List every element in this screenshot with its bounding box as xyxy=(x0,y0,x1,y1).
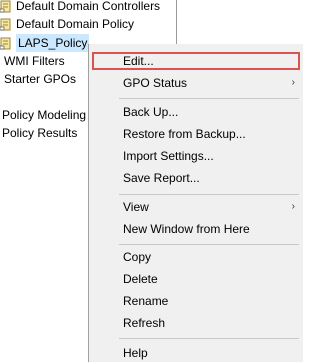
menu-item-label: Restore from Backup... xyxy=(123,127,246,141)
menu-separator xyxy=(119,194,299,195)
tree-item-wmi-filters[interactable]: WMI Filters xyxy=(4,52,65,70)
tree-item-label: LAPS_Policy xyxy=(16,34,90,52)
gpo-link-icon xyxy=(0,0,11,12)
tree-item-label: Starter GPOs xyxy=(4,72,77,86)
gpo-link-icon xyxy=(0,18,11,30)
menu-separator xyxy=(119,244,299,245)
menu-item-label: Rename xyxy=(123,294,169,308)
menu-item-label: Refresh xyxy=(123,316,166,330)
menu-item-restore-from-backup[interactable]: Restore from Backup... xyxy=(89,123,303,145)
menu-item-save-report[interactable]: Save Report... xyxy=(89,167,303,189)
menu-item-label: Help xyxy=(123,346,148,360)
context-menu: Edit... GPO Status › Back Up... Restore … xyxy=(88,44,303,362)
menu-item-label: Copy xyxy=(123,250,152,264)
tree-item-label: Default Domain Controllers xyxy=(16,0,161,13)
tree-item-policy-results[interactable]: Policy Results xyxy=(2,124,77,142)
menu-separator xyxy=(119,338,299,339)
menu-item-label: GPO Status xyxy=(123,76,188,90)
menu-item-label: Edit... xyxy=(123,54,154,68)
menu-separator xyxy=(119,98,299,99)
menu-item-edit[interactable]: Edit... xyxy=(89,50,303,72)
menu-item-new-window-from-here[interactable]: New Window from Here xyxy=(89,218,303,240)
menu-item-label: Import Settings... xyxy=(123,149,214,163)
menu-item-label: New Window from Here xyxy=(123,222,250,236)
menu-item-rename[interactable]: Rename xyxy=(89,290,303,312)
gpo-link-icon xyxy=(0,37,11,49)
menu-item-back-up[interactable]: Back Up... xyxy=(89,101,303,123)
menu-item-refresh[interactable]: Refresh xyxy=(89,312,303,334)
menu-item-label: Save Report... xyxy=(123,171,200,185)
menu-item-view[interactable]: View › xyxy=(89,196,303,218)
tree-pane-divider xyxy=(176,0,177,50)
menu-item-import-settings[interactable]: Import Settings... xyxy=(89,145,303,167)
menu-item-label: Delete xyxy=(123,272,158,286)
menu-item-copy[interactable]: Copy xyxy=(89,246,303,268)
submenu-arrow-icon: › xyxy=(291,201,295,212)
menu-item-help[interactable]: Help xyxy=(89,342,303,364)
tree-item-label: WMI Filters xyxy=(4,54,65,68)
tree-item-label: Policy Modeling xyxy=(2,108,87,122)
tree-item-default-domain-controllers[interactable]: Default Domain Controllers xyxy=(0,0,160,15)
menu-item-label: Back Up... xyxy=(123,105,179,119)
tree-item-default-domain-policy[interactable]: Default Domain Policy xyxy=(0,15,134,33)
menu-item-gpo-status[interactable]: GPO Status › xyxy=(89,72,303,94)
menu-item-delete[interactable]: Delete xyxy=(89,268,303,290)
tree-item-starter-gpos[interactable]: Starter GPOs xyxy=(4,70,76,88)
submenu-arrow-icon: › xyxy=(291,77,295,88)
tree-item-laps-policy[interactable]: LAPS_Policy xyxy=(0,34,90,52)
tree-item-label: Default Domain Policy xyxy=(16,17,135,31)
tree-item-label: Policy Results xyxy=(2,126,78,140)
tree-item-policy-modeling[interactable]: Policy Modeling xyxy=(2,106,86,124)
menu-item-label: View xyxy=(123,200,149,214)
